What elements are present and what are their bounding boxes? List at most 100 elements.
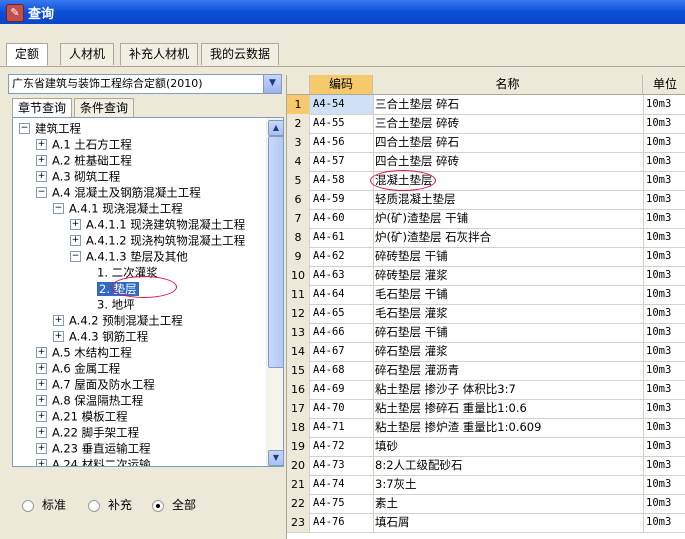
expand-icon[interactable]: + [36,411,47,422]
row-number: 9 [287,247,310,266]
expand-icon[interactable]: + [70,235,81,246]
table-row[interactable]: 18 A4-71 粘土垫层 掺炉渣 重量比1:0.609 10m3 [287,418,685,438]
radio-supplementary[interactable]: 补充 [88,496,132,513]
expand-icon[interactable]: + [36,443,47,454]
expand-icon[interactable]: + [53,315,64,326]
collapse-icon[interactable]: − [53,203,64,214]
table-row[interactable]: 5 A4-58 混凝土垫层 10m3 [287,171,685,191]
tree-node[interactable]: − A.4.1.3 垫层及其他 [70,248,188,264]
tree-node[interactable]: − A.4.1 现浇混凝土工程 [53,200,183,216]
tree-node[interactable]: + A.4.2 预制混凝土工程 [53,312,183,328]
table-row[interactable]: 14 A4-67 碎石垫层 灌浆 10m3 [287,342,685,362]
table-row[interactable]: 16 A4-69 粘土垫层 掺沙子 体积比3:7 10m3 [287,380,685,400]
name-cell: 粘土垫层 掺碎石 重量比1:0.6 [372,399,644,418]
quota-grid: 编码 名称 单位 1 A4-54 三合土垫层 碎石 10m3 2 A4-55 三合土垫层 碎… [286,75,685,539]
expand-icon[interactable]: + [70,219,81,230]
code-cell: A4-71 [310,418,374,437]
tree-scrollbar[interactable]: ▲ ▼ [266,118,283,466]
chevron-down-icon[interactable]: ▼ [263,75,281,93]
radio-standard[interactable]: 标准 [22,496,66,513]
expand-icon[interactable]: + [36,347,47,358]
column-header-name[interactable]: 名称 [373,75,643,95]
tree-node[interactable]: − 建筑工程 [19,120,81,136]
table-row[interactable]: 7 A4-60 炉(矿)渣垫层 干铺 10m3 [287,209,685,229]
expand-icon[interactable]: + [36,363,47,374]
table-row[interactable]: 22 A4-75 素土 10m3 [287,494,685,514]
table-row[interactable]: 6 A4-59 轻质混凝土垫层 10m3 [287,190,685,210]
tree-node-label: A.4.1 现浇混凝土工程 [69,201,183,216]
tree-node[interactable]: + A.7 屋面及防水工程 [36,376,155,392]
tab-my-cloud-data[interactable]: 我的云数据 [201,43,280,65]
tree-node-label: A.4.1.2 现浇构筑物混凝土工程 [86,233,246,248]
column-header-code[interactable]: 编码 [310,75,373,95]
radio-all[interactable]: 全部 [152,496,196,513]
title-bar[interactable]: ✎ 查询 [0,0,685,24]
tree-node[interactable]: + A.8 保温隔热工程 [36,392,143,408]
expand-icon[interactable]: + [36,427,47,438]
expand-icon[interactable]: + [36,379,47,390]
table-row[interactable]: 2 A4-55 三合土垫层 碎砖 10m3 [287,114,685,134]
table-row[interactable]: 21 A4-74 3:7灰土 10m3 [287,475,685,495]
expand-icon[interactable]: + [36,395,47,406]
table-row[interactable]: 10 A4-63 碎砖垫层 灌浆 10m3 [287,266,685,286]
code-cell: A4-70 [310,399,374,418]
name-cell: 碎石垫层 灌浆 [372,342,644,361]
table-row[interactable]: 15 A4-68 碎石垫层 灌沥青 10m3 [287,361,685,381]
radio-circle-icon [88,499,100,512]
tab-labor-material-machine[interactable]: 人材机 [60,43,115,65]
tree-node[interactable]: − A.4 混凝土及钢筋混凝土工程 [36,184,201,200]
table-row[interactable]: 23 A4-76 填石屑 10m3 [287,513,685,533]
table-row[interactable]: 3 A4-56 四合土垫层 碎石 10m3 [287,133,685,153]
code-cell: A4-75 [310,494,374,513]
unit-cell: 10m3 [643,114,685,133]
row-number: 15 [287,361,310,380]
scroll-thumb[interactable] [268,136,283,368]
tree-node[interactable]: + A.3 砌筑工程 [36,168,120,184]
table-row[interactable]: 17 A4-70 粘土垫层 掺碎石 重量比1:0.6 10m3 [287,399,685,419]
tree-node[interactable]: + A.4.3 钢筋工程 [53,328,148,344]
collapse-icon[interactable]: − [70,251,81,262]
expand-icon[interactable]: + [36,139,47,150]
collapse-icon[interactable]: − [36,187,47,198]
tree-node[interactable]: + A.4.1.1 现浇建筑物混凝土工程 [70,216,245,232]
tree-node[interactable]: + A.5 木结构工程 [36,344,132,360]
table-row[interactable]: 13 A4-66 碎石垫层 干铺 10m3 [287,323,685,343]
column-header-unit[interactable]: 单位 [643,75,685,95]
table-row[interactable]: 19 A4-72 填砂 10m3 [287,437,685,457]
row-number: 18 [287,418,310,437]
name-cell: 碎砖垫层 灌浆 [372,266,644,285]
table-row[interactable]: 11 A4-64 毛石垫层 干铺 10m3 [287,285,685,305]
table-row[interactable]: 8 A4-61 炉(矿)渣垫层 石灰拌合 10m3 [287,228,685,248]
tree-node[interactable]: + A.4.1.2 现浇构筑物混凝土工程 [70,232,245,248]
scroll-up-icon[interactable]: ▲ [268,120,283,136]
table-row[interactable]: 12 A4-65 毛石垫层 灌浆 10m3 [287,304,685,324]
tree-node-label: 建筑工程 [35,121,81,136]
expand-icon[interactable]: + [36,155,47,166]
tree-node[interactable]: + A.6 金属工程 [36,360,120,376]
tab-supplementary-lmm[interactable]: 补充人材机 [120,43,199,65]
table-row[interactable]: 20 A4-73 8:2人工级配砂石 10m3 [287,456,685,476]
expand-icon[interactable]: + [53,331,64,342]
tab-condition-query[interactable]: 条件查询 [74,98,135,117]
tree-node[interactable]: + A.24 材料二次运输 [36,456,151,466]
table-row[interactable]: 4 A4-57 四合土垫层 碎砖 10m3 [287,152,685,172]
unit-cell: 10m3 [643,323,685,342]
expand-icon[interactable]: + [36,459,47,466]
row-number: 4 [287,152,310,171]
tab-quota[interactable]: 定额 [6,43,49,66]
tree-node[interactable]: + A.23 垂直运输工程 [36,440,151,456]
expand-icon[interactable]: + [36,171,47,182]
table-row[interactable]: 9 A4-62 碎砖垫层 干铺 10m3 [287,247,685,267]
tree-node[interactable]: + A.2 桩基础工程 [36,152,132,168]
code-cell: A4-60 [310,209,374,228]
tree-node[interactable]: + A.21 模板工程 [36,408,128,424]
table-row[interactable]: 1 A4-54 三合土垫层 碎石 10m3 [287,95,685,115]
tree-node[interactable]: + A.22 脚手架工程 [36,424,139,440]
collapse-icon[interactable]: − [19,123,30,134]
quota-library-select[interactable]: 广东省建筑与装饰工程综合定额(2010) ▼ [8,74,282,94]
tab-chapter-query[interactable]: 章节查询 [12,98,73,117]
tree-node[interactable]: + A.1 土石方工程 [36,136,132,152]
tree-node[interactable]: 3. 地坪 [97,296,135,312]
scroll-down-icon[interactable]: ▼ [268,450,283,466]
tree-node-label: A.8 保温隔热工程 [52,393,144,408]
